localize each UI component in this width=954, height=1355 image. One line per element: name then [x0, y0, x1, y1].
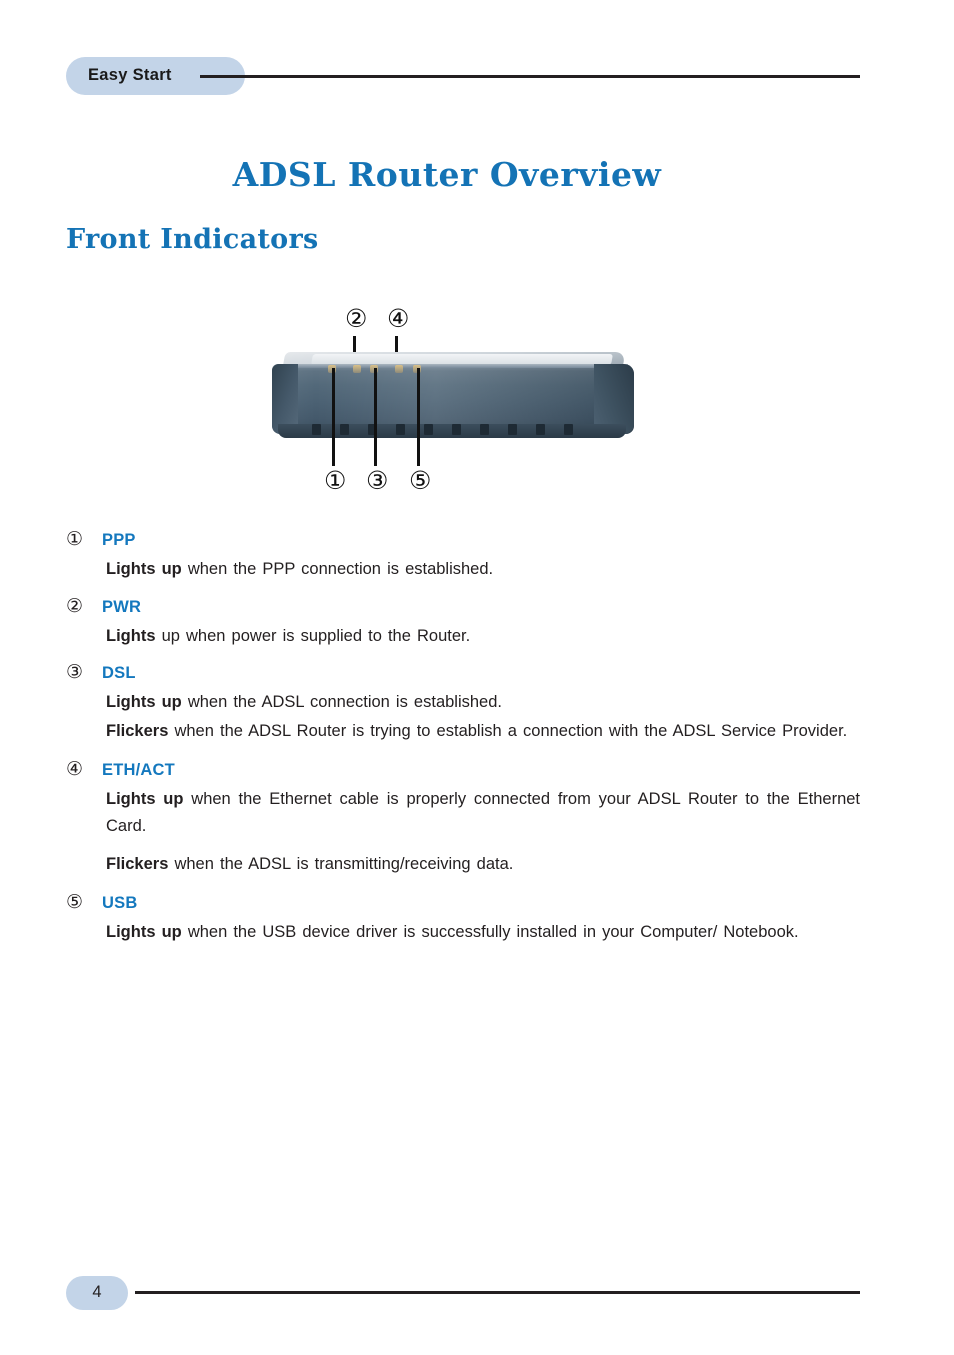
page-number: 4 [92, 1283, 102, 1301]
indicator-body: Lights up when the USB device driver is … [0, 919, 954, 946]
indicator-description: Lights up when the USB device driver is … [106, 919, 860, 946]
router-device-image [272, 352, 634, 447]
indicator-marker-3: ③ [66, 661, 84, 684]
indicator-heading: ⑤ USB [0, 893, 954, 913]
emphasis-text: Flickers [106, 855, 169, 874]
description-text: when the Ethernet cable is properly conn… [106, 789, 861, 835]
led-eth-act [395, 365, 403, 373]
indicator-body: Lights up when the ADSL connection is es… [0, 689, 954, 744]
indicator-description: Flickers when the ADSL is transmitting/r… [106, 851, 860, 878]
description-text: when the ADSL connection is established. [181, 693, 502, 712]
indicator-label-usb: USB [102, 894, 138, 913]
description-text: when the ADSL Router is trying to establ… [168, 722, 848, 741]
router-figure: ② ④ ① ③ ⑤ [250, 298, 670, 513]
indicator-label-pwr: PWR [102, 597, 142, 616]
router-vent [508, 424, 517, 435]
indicator-marker-1: ① [66, 528, 84, 550]
indicator-heading: ③ DSL [0, 663, 954, 683]
emphasis-text: Lights up [106, 560, 182, 578]
indicator-description: Lights up when power is supplied to the … [106, 623, 860, 650]
leader-line-1 [332, 368, 335, 466]
description-text: when the USB device driver is successful… [181, 923, 799, 942]
indicator-body: Lights up when the Ethernet cable is pro… [0, 786, 954, 878]
header-rule [200, 75, 860, 78]
page-header: Easy Start [0, 0, 954, 120]
emphasis-text: Lights [106, 626, 156, 645]
indicator-body: Lights up when the PPP connection is est… [0, 556, 954, 583]
description-text: up when power is supplied to the Router. [155, 626, 471, 645]
indicator-description: Lights up when the ADSL connection is es… [106, 689, 860, 716]
router-vent [340, 424, 349, 435]
description-text: when the PPP connection is established. [181, 560, 494, 578]
indicator-label-eth-act: ETH/ACT [102, 760, 175, 779]
page-title: ADSL Router Overview [232, 155, 662, 194]
router-vent [424, 424, 433, 435]
indicator-list: ① PPP Lights up when the PPP connection … [0, 530, 954, 946]
leader-line-5 [417, 368, 420, 466]
indicator-item-usb: ⑤ USB Lights up when the USB device driv… [0, 893, 954, 946]
indicator-marker-2: ② [66, 594, 84, 617]
figure-callout-1: ① [324, 466, 347, 495]
leader-line-3 [374, 368, 377, 466]
router-vent [396, 424, 405, 435]
router-vent [480, 424, 489, 435]
emphasis-text: Lights up [106, 789, 184, 808]
chapter-label: Easy Start [88, 66, 172, 84]
figure-callout-2: ② [345, 304, 368, 333]
indicator-marker-5: ⑤ [66, 891, 84, 914]
indicator-marker-4: ④ [66, 757, 84, 780]
figure-callout-5: ⑤ [409, 466, 432, 495]
indicator-label-dsl: DSL [102, 664, 136, 683]
section-title: Front Indicators [66, 224, 319, 255]
figure-callout-4: ④ [387, 304, 410, 333]
indicator-item-pwr: ② PWR Lights up when power is supplied t… [0, 594, 954, 650]
indicator-body: Lights up when power is supplied to the … [0, 623, 954, 650]
figure-callout-3: ③ [366, 466, 389, 495]
indicator-item-eth-act: ④ ETH/ACT Lights up when the Ethernet ca… [0, 757, 954, 878]
emphasis-text: Lights up [106, 693, 182, 712]
page-footer: 4 [0, 1270, 954, 1330]
indicator-description: Lights up when the PPP connection is est… [106, 556, 860, 583]
router-vent [564, 424, 573, 435]
description-text: when the ADSL is transmitting/receiving … [168, 855, 514, 874]
indicator-label-ppp: PPP [102, 531, 136, 549]
indicator-heading: ④ ETH/ACT [0, 757, 954, 780]
router-vent [536, 424, 545, 435]
router-vent [312, 424, 321, 435]
indicator-item-dsl: ③ DSL Lights up when the ADSL connection… [0, 663, 954, 744]
emphasis-text: Lights up [106, 923, 182, 942]
indicator-item-ppp: ① PPP Lights up when the PPP connection … [0, 530, 954, 583]
emphasis-text: Flickers [106, 722, 169, 741]
indicator-heading: ② PWR [0, 594, 954, 617]
indicator-description: Flickers when the ADSL Router is trying … [106, 718, 860, 745]
indicator-heading: ① PPP [0, 530, 954, 550]
router-vent [452, 424, 461, 435]
footer-rule [135, 1291, 860, 1294]
indicator-description: Lights up when the Ethernet cable is pro… [106, 786, 860, 839]
led-pwr [353, 365, 361, 373]
